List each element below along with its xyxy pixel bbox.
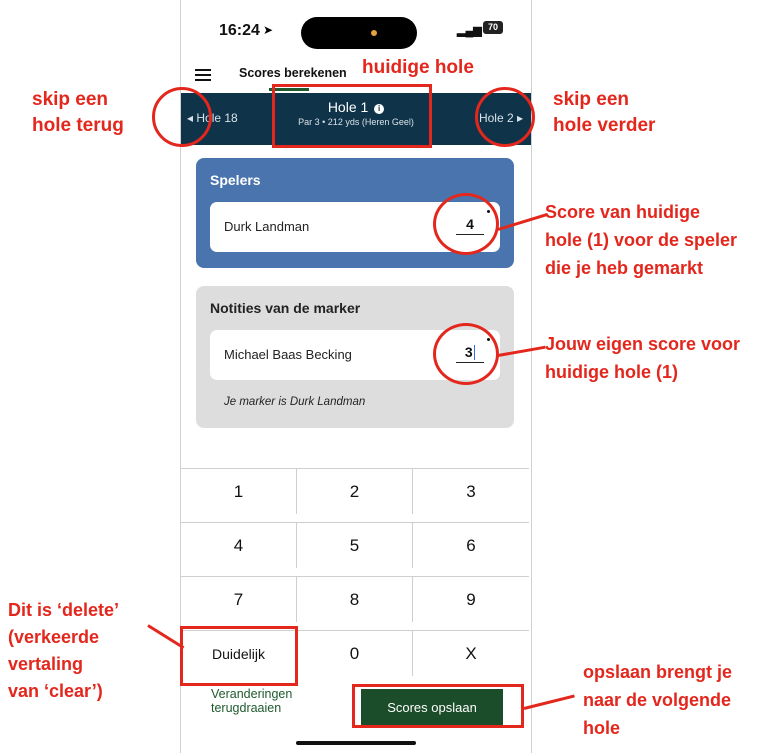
annotation-box-clear: [180, 626, 298, 686]
marker-title: Notities van de marker: [210, 300, 361, 316]
annotation-circle-next: [475, 87, 535, 147]
undo-line-1: Veranderingen: [211, 687, 293, 701]
key-5[interactable]: 5: [297, 522, 413, 568]
key-6[interactable]: 6: [413, 522, 529, 568]
annotation-circle-own-score: [433, 323, 499, 385]
marker-note: Je marker is Durk Landman: [224, 396, 366, 408]
battery-icon: 70: [483, 21, 503, 34]
home-indicator: [296, 741, 416, 745]
key-3[interactable]: 3: [413, 468, 529, 514]
undo-changes-button[interactable]: Veranderingen terugdraaien: [211, 687, 292, 715]
annotation-skip-forward: skip een hole verder: [553, 89, 656, 136]
annotation-circle-prev: [152, 87, 212, 147]
key-4[interactable]: 4: [181, 522, 297, 568]
annotation-box-save: [352, 684, 524, 728]
location-arrow-icon: ➤: [263, 23, 274, 37]
dynamic-island: [301, 17, 417, 49]
key-2[interactable]: 2: [297, 468, 413, 514]
annotation-skip-back: skip een hole terug: [32, 89, 124, 136]
nav-title[interactable]: Scores berekenen: [239, 66, 347, 80]
marker-name: Michael Baas Becking: [224, 347, 352, 362]
annotation-current-hole: huidige hole: [362, 57, 474, 78]
key-x[interactable]: X: [413, 630, 529, 676]
annotation-player-score: Score van huidige hole (1) voor de speler…: [545, 202, 738, 278]
status-bar: 16:24 ➤ ▂▄▆ 5G 70: [181, 0, 531, 58]
annotation-arrow-delete: [147, 624, 185, 650]
annotation-circle-player-score: [433, 193, 499, 255]
annotation-own-score: Jouw eigen score voor huidige hole (1): [545, 334, 741, 382]
annotation-save: opslaan brengt je naar de volgende hole: [583, 662, 733, 738]
key-1[interactable]: 1: [181, 468, 297, 514]
annotation-box-current-hole: [272, 84, 432, 148]
undo-line-2: terugdraaien: [211, 701, 282, 715]
hamburger-menu-icon[interactable]: [195, 69, 211, 81]
annotation-delete: Dit is ‘delete’ (verkeerde vertaling van ‘c…: [8, 600, 120, 701]
status-time: 16:24: [219, 22, 260, 39]
players-title: Spelers: [210, 172, 261, 188]
player-name: Durk Landman: [224, 219, 310, 234]
key-8[interactable]: 8: [297, 576, 413, 622]
key-9[interactable]: 9: [413, 576, 529, 622]
key-7[interactable]: 7: [181, 576, 297, 622]
key-0[interactable]: 0: [297, 630, 413, 676]
